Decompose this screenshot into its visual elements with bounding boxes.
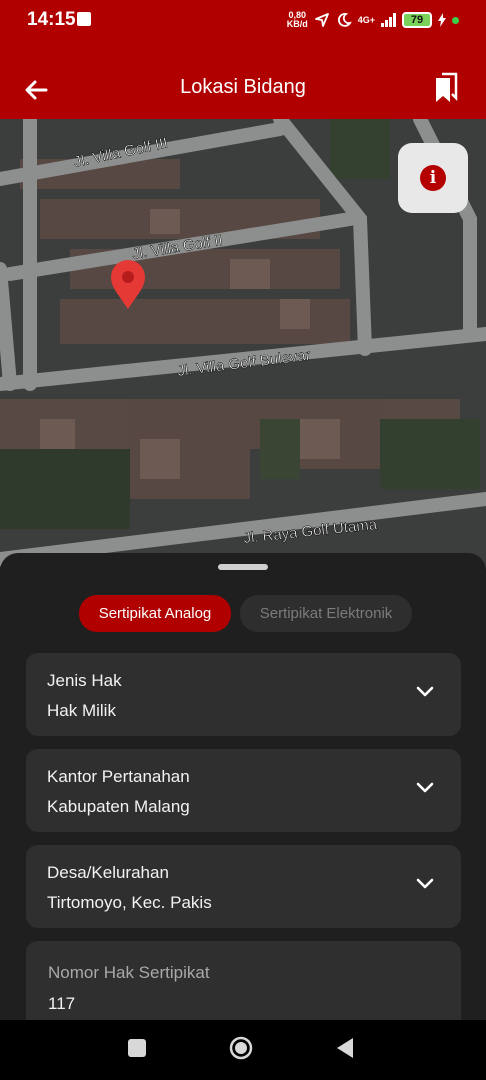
chevron-down-icon bbox=[416, 686, 434, 697]
nomor-hak-label: Nomor Hak Sertipikat bbox=[48, 963, 210, 982]
jenis-hak-label: Jenis Hak bbox=[47, 671, 122, 690]
page-title: Lokasi Bidang bbox=[180, 76, 306, 98]
tab-sertipikat-analog[interactable]: Sertipikat Analog bbox=[79, 595, 231, 632]
kantor-pertanahan-dropdown[interactable]: Kantor Pertanahan Kabupaten Malang bbox=[26, 749, 461, 832]
system-navigation-bar bbox=[0, 1020, 486, 1080]
bottom-sheet: Sertipikat Analog Sertipikat Elektronik … bbox=[0, 553, 486, 1031]
desa-kelurahan-dropdown[interactable]: Desa/Kelurahan Tirtomoyo, Kec. Pakis bbox=[26, 845, 461, 928]
jenis-hak-dropdown[interactable]: Jenis Hak Hak Milik bbox=[26, 653, 461, 736]
desa-kelurahan-label: Desa/Kelurahan bbox=[47, 863, 169, 882]
recents-button[interactable] bbox=[128, 1039, 146, 1057]
nomor-hak-field[interactable]: Nomor Hak Sertipikat 117 bbox=[26, 941, 461, 1031]
chevron-down-icon bbox=[416, 878, 434, 889]
bookmarks-icon[interactable] bbox=[432, 72, 460, 104]
location-icon bbox=[314, 13, 329, 27]
status-bar: 14:15 0,80 KB/d 4G+ 79 bbox=[0, 0, 486, 44]
tab-sertipikat-elektronik[interactable]: Sertipikat Elektronik bbox=[240, 595, 412, 632]
nomor-hak-value[interactable]: 117 bbox=[48, 994, 75, 1014]
battery-indicator: 79 bbox=[402, 12, 432, 28]
system-back-button[interactable] bbox=[336, 1037, 354, 1059]
signal-icon bbox=[381, 13, 396, 27]
map-info-button[interactable]: i bbox=[398, 143, 468, 213]
status-icons: 0,80 KB/d 4G+ 79 bbox=[287, 8, 459, 32]
network-speed: 0,80 KB/d bbox=[287, 11, 308, 29]
app-bar: Lokasi Bidang bbox=[0, 44, 486, 119]
info-icon: i bbox=[420, 165, 446, 191]
home-button[interactable] bbox=[229, 1036, 253, 1060]
charging-bolt-icon bbox=[438, 13, 446, 27]
chevron-down-icon bbox=[416, 782, 434, 793]
drag-handle[interactable] bbox=[218, 564, 268, 570]
upload-notification-icon bbox=[77, 12, 91, 26]
do-not-disturb-moon-icon bbox=[337, 13, 352, 27]
network-type: 4G+ bbox=[357, 15, 375, 25]
jenis-hak-value: Hak Milik bbox=[47, 701, 116, 720]
active-dot-icon bbox=[452, 16, 459, 24]
network-speed-unit: KB/d bbox=[286, 19, 308, 29]
desa-kelurahan-value: Tirtomoyo, Kec. Pakis bbox=[47, 893, 212, 912]
status-time: 14:15 bbox=[27, 9, 76, 30]
kantor-pertanahan-value: Kabupaten Malang bbox=[47, 797, 190, 816]
kantor-pertanahan-label: Kantor Pertanahan bbox=[47, 767, 190, 786]
